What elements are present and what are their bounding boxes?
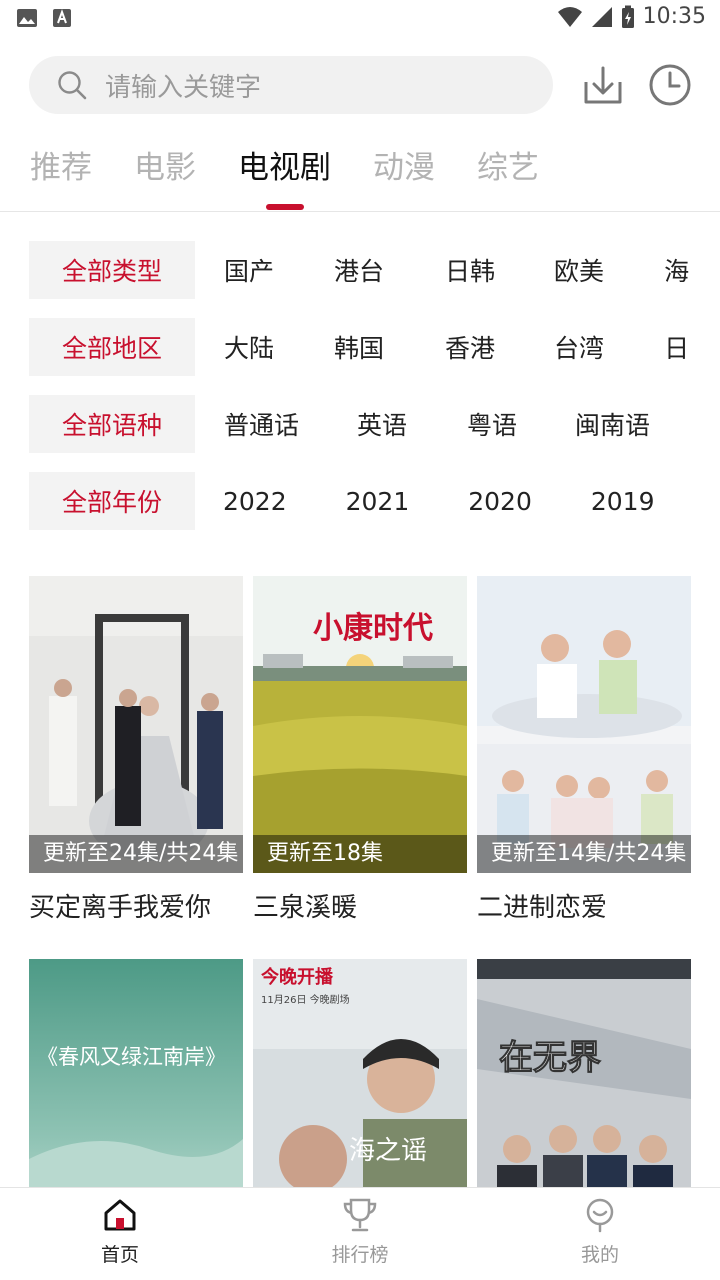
filter-option[interactable]: 海 [664,252,689,288]
filter-panel: 全部类型 国产 港台 日韩 欧美 海 全部地区 大陆 韩国 香港 台湾 日 全部… [29,241,691,549]
history-clock-icon[interactable] [647,62,693,108]
filter-option[interactable]: 英语 [357,406,407,442]
nav-profile-label: 我的 [580,1244,619,1266]
filter-option[interactable]: 大陆 [224,329,274,365]
poster-title: 海之谣 [349,1136,427,1166]
filter-option[interactable]: 粤语 [467,406,517,442]
filter-option[interactable]: 2021 [346,487,410,516]
show-title: 三泉溪暖 [253,893,358,923]
filter-option[interactable]: 台湾 [554,329,604,365]
nav-home[interactable]: 首页 [60,1196,180,1267]
filter-option[interactable]: 韩国 [334,329,384,365]
profile-icon [586,1198,614,1233]
nav-profile[interactable]: 我的 [540,1196,660,1267]
show-card[interactable]: 更新至14集/共24集 二进制恋爱 [477,576,691,924]
nav-home-label: 首页 [100,1244,139,1266]
filter-option[interactable]: 欧美 [554,252,604,288]
tabs-divider [0,211,720,212]
filter-row-region: 全部地区 大陆 韩国 香港 台湾 日 [29,318,691,376]
app-screen: 10:35 请输入关键字 推荐 电影 电视剧 动漫 综艺 全部类型 国产 港台 … [0,0,720,1280]
show-poster: 更新至24集/共24集 [29,576,243,873]
nav-ranking[interactable]: 排行榜 [300,1196,420,1267]
filter-option[interactable]: 国产 [224,252,274,288]
filter-option[interactable]: 闽南语 [575,406,650,442]
show-title: 买定离手我爱你 [29,893,212,923]
filter-region-all[interactable]: 全部地区 [29,318,195,376]
search-input[interactable]: 请输入关键字 [29,56,553,114]
trophy-icon [343,1198,377,1232]
wifi-icon [557,6,582,27]
gallery-notification-icon [17,9,37,27]
signal-icon [591,6,612,27]
poster-title: 《春风又绿江南岸》 [37,1045,226,1069]
bottom-nav: 首页 排行榜 我的 [0,1187,720,1280]
filter-type-all[interactable]: 全部类型 [29,241,195,299]
filter-option[interactable]: 2019 [591,487,655,516]
download-icon[interactable] [580,62,626,108]
filter-row-language: 全部语种 普通话 英语 粤语 闽南语 [29,395,691,453]
filter-option[interactable]: 普通话 [224,406,299,442]
show-card[interactable]: 小康时代 更新至18集 三泉溪暖 [253,576,467,924]
episode-badge: 更新至14集/共24集 [477,835,691,873]
filter-option[interactable]: 日韩 [445,252,495,288]
show-poster: 小康时代 更新至18集 [253,576,467,873]
show-poster: 更新至14集/共24集 [477,576,691,873]
search-icon [58,71,87,100]
filter-year-all[interactable]: 全部年份 [29,472,195,530]
poster-title: 在无界 [499,1038,601,1078]
filter-row-year: 全部年份 2022 2021 2020 2019 [29,472,691,530]
category-tabs: 推荐 电影 电视剧 动漫 综艺 [30,140,581,210]
filter-option[interactable]: 日 [664,329,689,365]
filter-option[interactable]: 2020 [468,487,532,516]
text-notification-icon [53,9,71,27]
poster-date: 11月26日 今晚剧场 [261,993,350,1006]
nav-ranking-label: 排行榜 [331,1244,389,1266]
battery-icon [621,5,634,28]
episode-badge: 更新至18集 [253,835,467,873]
search-placeholder: 请输入关键字 [105,72,262,103]
show-title: 二进制恋爱 [477,893,608,923]
tab-anime[interactable]: 动漫 [373,140,435,196]
status-bar: 10:35 [0,0,720,38]
episode-badge: 更新至24集/共24集 [29,835,243,873]
tab-recommend[interactable]: 推荐 [30,140,92,196]
home-icon [104,1199,136,1231]
filter-language-all[interactable]: 全部语种 [29,395,195,453]
poster-title: 小康时代 [313,611,433,646]
tab-movie[interactable]: 电影 [134,140,196,196]
show-card[interactable]: 更新至24集/共24集 买定离手我爱你 [29,576,243,924]
tab-tv-series[interactable]: 电视剧 [238,140,331,210]
tab-variety[interactable]: 综艺 [477,140,539,196]
poster-tag: 今晚开播 [261,966,334,988]
status-time: 10:35 [642,4,706,29]
filter-row-type: 全部类型 国产 港台 日韩 欧美 海 [29,241,691,299]
filter-option[interactable]: 香港 [445,329,495,365]
filter-option[interactable]: 港台 [334,252,384,288]
filter-option[interactable]: 2022 [223,487,287,516]
